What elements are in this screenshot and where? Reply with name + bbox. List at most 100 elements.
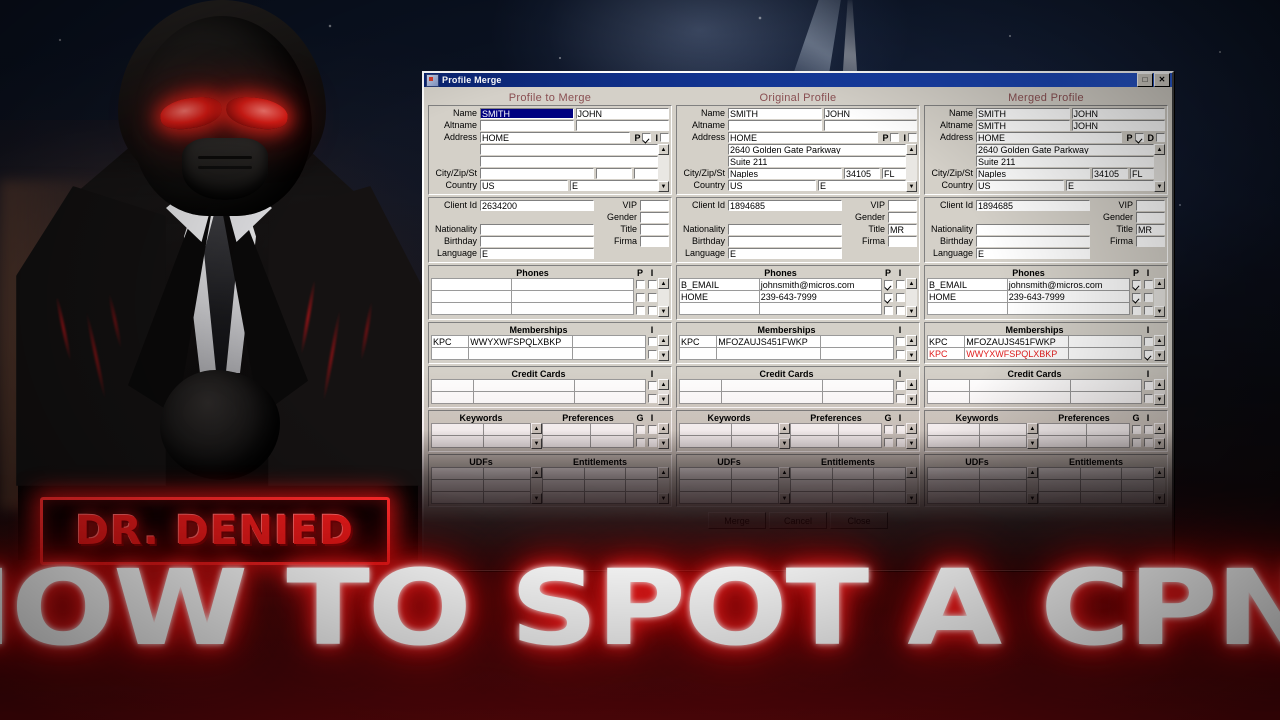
scroll-down-button[interactable]: ▼ xyxy=(1154,181,1165,192)
phones-i-column[interactable] xyxy=(646,278,658,317)
scroll-up-button[interactable]: ▲ xyxy=(530,423,542,434)
keyword-cell-2[interactable] xyxy=(731,423,779,436)
phone-p-checkbox[interactable] xyxy=(883,280,893,289)
table-row[interactable]: HOME 239-643-7999 xyxy=(679,290,883,303)
membership-extra-cell[interactable] xyxy=(1067,335,1143,348)
firma-field[interactable] xyxy=(640,236,669,247)
window-titlebar[interactable]: Profile Merge □ ✕ xyxy=(424,73,1172,87)
entitlement-cell-1[interactable] xyxy=(1037,479,1082,492)
cc-cell-1[interactable] xyxy=(679,379,722,392)
scroll-track[interactable] xyxy=(530,478,542,493)
cc-cell-3[interactable] xyxy=(1069,379,1143,392)
close-dialog-button[interactable]: Close xyxy=(830,512,888,529)
scroll-up-button[interactable]: ▲ xyxy=(778,423,790,434)
udf-cell-2[interactable] xyxy=(483,479,531,492)
keywords-scrollbar[interactable]: ▲ ▼ xyxy=(778,423,790,449)
nationality-field[interactable] xyxy=(728,224,842,235)
preference-g-checkbox[interactable] xyxy=(883,438,893,447)
table-row[interactable]: B_EMAIL johnsmith@micros.com xyxy=(927,278,1131,291)
client-id-field[interactable]: 2634200 xyxy=(480,200,594,211)
membership-program-cell[interactable]: KPC xyxy=(678,335,718,348)
address-second-flag[interactable]: D xyxy=(1148,133,1165,143)
preference-i-checkbox[interactable] xyxy=(1143,438,1153,447)
address-second-checkbox[interactable] xyxy=(660,133,669,142)
keywords-table[interactable] xyxy=(926,423,1027,448)
entitlement-cell-2[interactable] xyxy=(1080,479,1123,492)
keyword-cell-1[interactable] xyxy=(430,435,485,448)
udf-cell-2[interactable] xyxy=(483,491,531,504)
memberships-table[interactable]: KPC WWYXWFSPQLXBKP xyxy=(430,335,647,360)
country-field[interactable]: US xyxy=(976,180,1064,191)
table-row[interactable] xyxy=(541,467,659,480)
gender-field[interactable] xyxy=(1136,212,1165,223)
udf-cell-1[interactable] xyxy=(430,479,485,492)
zip-field[interactable]: 34105 xyxy=(844,168,880,179)
table-row[interactable] xyxy=(541,491,659,504)
preference-cell-1[interactable] xyxy=(789,423,840,436)
udf-cell-1[interactable] xyxy=(926,491,981,504)
scroll-down-button[interactable]: ▼ xyxy=(1026,493,1038,504)
udf-cell-1[interactable] xyxy=(926,479,981,492)
entitlement-cell-1[interactable] xyxy=(789,491,834,504)
scroll-track[interactable] xyxy=(1154,478,1166,493)
scroll-track[interactable] xyxy=(906,289,917,306)
maximize-button[interactable]: □ xyxy=(1137,73,1153,87)
udf-cell-2[interactable] xyxy=(731,467,779,480)
country-field[interactable]: US xyxy=(480,180,568,191)
keywords-table[interactable] xyxy=(678,423,779,448)
altname-last-field[interactable] xyxy=(480,120,574,131)
table-row[interactable] xyxy=(679,302,883,315)
altname-first-field[interactable] xyxy=(823,120,917,131)
preferences-i-column[interactable] xyxy=(646,423,658,449)
address-scrollbar[interactable]: ▲ ▼ xyxy=(658,144,669,192)
entitlement-cell-3[interactable] xyxy=(873,467,907,480)
phone-type-cell[interactable] xyxy=(431,290,512,303)
credit-cards-i-column[interactable] xyxy=(646,379,658,405)
scroll-up-button[interactable]: ▲ xyxy=(778,467,790,478)
scroll-up-button[interactable]: ▲ xyxy=(906,423,918,434)
client-id-field[interactable]: 1894685 xyxy=(728,200,842,211)
scroll-down-button[interactable]: ▼ xyxy=(1154,493,1166,504)
udf-cell-2[interactable] xyxy=(979,491,1027,504)
preferences-g-column[interactable] xyxy=(1130,423,1142,449)
table-row[interactable] xyxy=(927,379,1143,392)
cc-cell-1[interactable] xyxy=(927,391,970,404)
scroll-up-button[interactable]: ▲ xyxy=(658,467,670,478)
table-row[interactable] xyxy=(789,423,883,436)
scroll-track[interactable] xyxy=(1026,478,1038,493)
scroll-up-button[interactable]: ▲ xyxy=(1154,379,1165,390)
altname-last-field[interactable] xyxy=(728,120,822,131)
keywords-scrollbar[interactable]: ▲ ▼ xyxy=(530,423,542,449)
phone-i-checkbox[interactable] xyxy=(895,306,905,315)
address-line2-field[interactable]: Suite 211 xyxy=(728,156,906,167)
phone-type-cell[interactable]: HOME xyxy=(679,290,760,303)
membership-extra-cell[interactable] xyxy=(571,335,647,348)
phone-i-checkbox[interactable] xyxy=(647,280,657,289)
table-row[interactable] xyxy=(1037,491,1155,504)
preferences-table[interactable] xyxy=(1037,423,1131,448)
phones-i-column[interactable] xyxy=(894,278,906,317)
preference-i-checkbox[interactable] xyxy=(1143,425,1153,434)
scroll-track[interactable] xyxy=(658,289,669,306)
udfs-table[interactable] xyxy=(678,467,779,504)
table-row[interactable]: KPC WWYXWFSPQLXBKP xyxy=(926,347,1143,360)
address-line1-field[interactable]: 2640 Golden Gate Parkway xyxy=(728,144,906,155)
address-line1-field[interactable] xyxy=(480,144,658,155)
phone-i-checkbox[interactable] xyxy=(647,306,657,315)
phones-p-column[interactable] xyxy=(882,278,894,317)
membership-number-cell[interactable]: MFOZAUJS451FWKP xyxy=(716,335,821,348)
birthday-field[interactable] xyxy=(480,236,594,247)
credit-cards-i-column[interactable] xyxy=(1142,379,1154,405)
membership-number-cell[interactable] xyxy=(716,347,821,360)
table-row[interactable] xyxy=(679,379,895,392)
membership-program-cell[interactable] xyxy=(430,347,470,360)
phone-p-checkbox[interactable] xyxy=(635,280,645,289)
entitlement-cell-3[interactable] xyxy=(873,491,907,504)
phone-type-cell[interactable] xyxy=(431,302,512,315)
scroll-down-button[interactable]: ▼ xyxy=(530,438,542,449)
scroll-track[interactable] xyxy=(1154,155,1165,181)
address-line2-field[interactable] xyxy=(480,156,658,167)
state-field[interactable] xyxy=(634,168,658,179)
table-row[interactable] xyxy=(431,290,635,303)
title-field[interactable]: MR xyxy=(1136,224,1165,235)
